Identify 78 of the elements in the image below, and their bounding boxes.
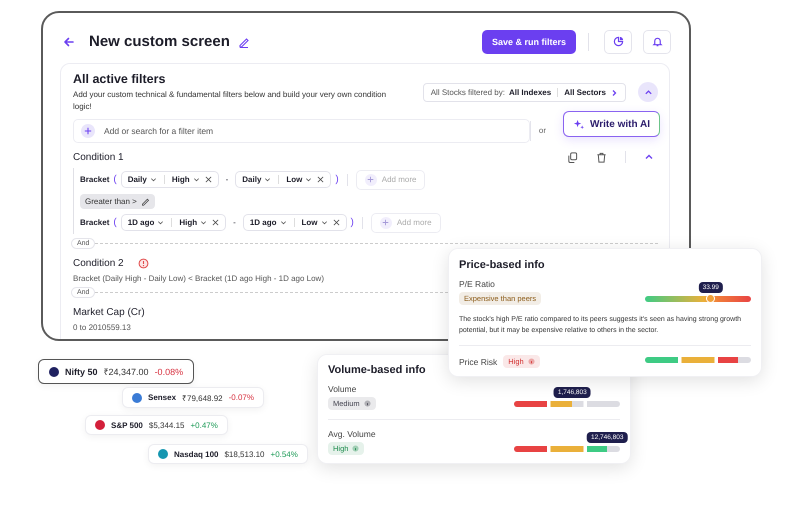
index-ticker[interactable]: S&P 500 $5,344.15 +0.47% bbox=[85, 415, 228, 435]
index-logo-icon bbox=[49, 366, 59, 376]
close-paren: ) bbox=[350, 217, 354, 228]
write-with-ai-button[interactable]: Write with AI bbox=[563, 111, 660, 137]
chart-button[interactable] bbox=[604, 30, 632, 54]
meter-thumb[interactable] bbox=[706, 294, 716, 303]
close-icon[interactable] bbox=[204, 176, 212, 183]
close-icon[interactable] bbox=[317, 176, 324, 183]
condition-title: Condition 2 bbox=[73, 258, 124, 268]
condition-summary: 0 to 2010559.13 bbox=[73, 323, 131, 332]
bracket-label: Bracket bbox=[80, 218, 110, 227]
metric-name: P/E Ratio bbox=[459, 279, 495, 289]
caret-icon bbox=[157, 219, 164, 226]
index-logo-icon bbox=[95, 420, 105, 430]
condition-title: Condition 1 bbox=[73, 152, 124, 162]
plus-icon bbox=[380, 216, 392, 228]
term-dropdown[interactable]: Daily bbox=[242, 175, 272, 184]
plus-icon bbox=[364, 174, 377, 186]
card-title: Price-based info bbox=[459, 259, 546, 271]
condition-summary: Bracket (Daily High - Daily Low) < Bracket (1D ago High - 1D ago Low) bbox=[73, 274, 324, 283]
card-title: Volume-based info bbox=[328, 364, 427, 376]
or-label: or bbox=[530, 121, 554, 141]
index-ticker[interactable]: Nasdaq 100 $18,513.10 +0.54% bbox=[148, 444, 308, 464]
trash-icon[interactable] bbox=[596, 152, 607, 162]
bracket-label: Bracket bbox=[80, 175, 110, 184]
info-icon[interactable] bbox=[528, 358, 535, 365]
index-ticker[interactable]: Nifty 50 ₹24,347.00 -0.08% bbox=[38, 359, 194, 384]
chevron-right-icon bbox=[610, 88, 618, 96]
info-icon[interactable] bbox=[352, 445, 360, 452]
term-dropdown[interactable]: High bbox=[179, 218, 208, 227]
back-arrow-icon[interactable] bbox=[63, 36, 75, 48]
collapse-button[interactable] bbox=[638, 82, 658, 102]
filter-search-field[interactable]: Add or search for a filter item bbox=[73, 119, 530, 143]
minus-operator: - bbox=[233, 218, 236, 227]
open-paren: ( bbox=[113, 217, 117, 228]
term-dropdown[interactable]: Low bbox=[286, 175, 312, 184]
term-dropdown[interactable]: 1D ago bbox=[250, 218, 286, 227]
comparator-chip[interactable]: Greater than > bbox=[80, 194, 155, 208]
caret-icon bbox=[200, 219, 208, 226]
filters-description: Add your custom technical & fundamental filters below and build your very own condition logic! bbox=[73, 89, 388, 113]
index-logo-icon bbox=[132, 392, 142, 402]
metric-name: Volume bbox=[328, 384, 356, 394]
term-dropdown[interactable]: Daily bbox=[128, 175, 157, 184]
term-dropdown[interactable]: 1D ago bbox=[128, 218, 164, 227]
caret-icon bbox=[305, 176, 312, 183]
pencil-icon bbox=[140, 196, 150, 206]
info-icon[interactable] bbox=[364, 400, 371, 407]
close-icon[interactable] bbox=[212, 219, 220, 226]
metric-name: Avg. Volume bbox=[328, 429, 376, 439]
index-ticker[interactable]: Sensex ₹79,648.92 -0.07% bbox=[122, 387, 264, 408]
caret-icon bbox=[264, 176, 272, 183]
sparkle-icon bbox=[573, 118, 584, 130]
bell-button[interactable] bbox=[643, 30, 671, 54]
pie-chart-icon bbox=[612, 36, 624, 47]
minus-operator: - bbox=[226, 175, 228, 184]
term-dropdown[interactable]: Low bbox=[302, 218, 328, 227]
bell-icon bbox=[652, 36, 662, 47]
screen-title: New custom screen bbox=[89, 33, 230, 50]
metric-name: Price Risk bbox=[459, 356, 498, 366]
term-dropdown[interactable]: High bbox=[172, 175, 200, 184]
open-paren: ( bbox=[113, 174, 117, 185]
caret-icon bbox=[320, 219, 328, 226]
search-input[interactable]: Add or search for a filter item bbox=[102, 125, 529, 137]
filters-title: All active filters bbox=[73, 72, 166, 86]
condition-title: Market Cap (Cr) bbox=[73, 306, 145, 318]
caret-icon bbox=[150, 176, 157, 183]
pencil-icon[interactable] bbox=[238, 36, 250, 48]
index-logo-icon bbox=[158, 449, 168, 459]
plus-icon[interactable] bbox=[81, 124, 95, 138]
warning-icon bbox=[138, 258, 149, 268]
save-run-button[interactable]: Save & run filters bbox=[482, 30, 576, 54]
close-icon[interactable] bbox=[332, 219, 340, 226]
chevron-up-icon bbox=[644, 88, 652, 96]
close-paren: ) bbox=[335, 174, 339, 185]
caret-icon bbox=[192, 176, 200, 183]
scope-selector[interactable]: All Stocks filtered by: All Indexes All Sectors bbox=[422, 83, 626, 102]
caret-icon bbox=[280, 219, 286, 226]
copy-icon[interactable] bbox=[567, 152, 578, 162]
